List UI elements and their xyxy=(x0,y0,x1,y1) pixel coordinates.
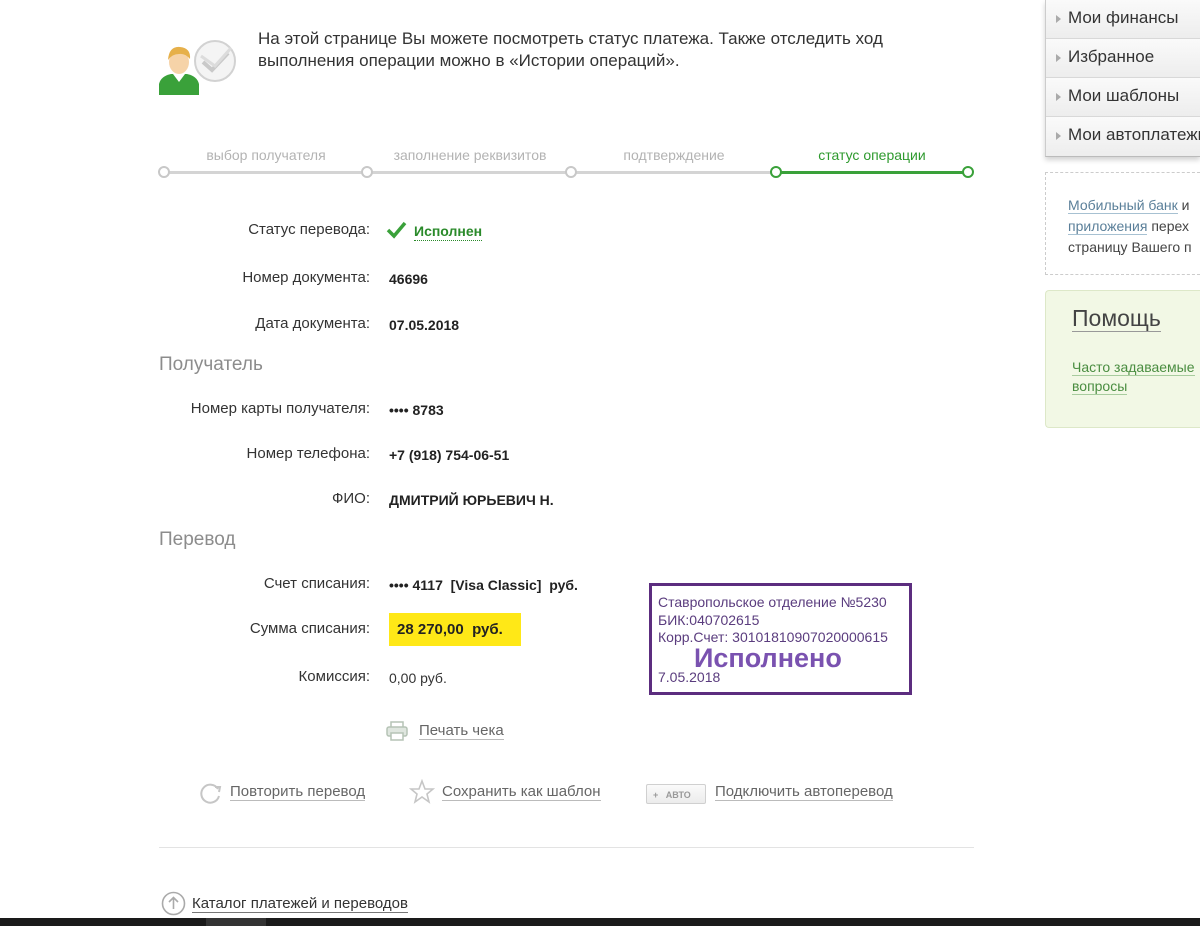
sidebar-item-finances[interactable]: Мои финансы xyxy=(1046,0,1200,39)
step-label-confirm: подтверждение xyxy=(623,147,725,163)
taskbar-segment xyxy=(206,918,266,926)
help-title[interactable]: Помощь xyxy=(1072,305,1161,332)
star-icon[interactable] xyxy=(408,778,436,805)
divider xyxy=(159,847,974,848)
steps-track-inactive xyxy=(164,171,776,174)
auto-badge-label: АВТО xyxy=(665,790,691,800)
auto-badge-icon[interactable]: + АВТО xyxy=(646,784,706,804)
faq-line1[interactable]: Часто задаваемые xyxy=(1072,359,1195,376)
user-bank-icon xyxy=(157,38,239,98)
debit-amount-value: 28 270,00 руб. xyxy=(389,613,521,646)
recipient-card-label: Номер карты получателя: xyxy=(190,400,370,417)
recipient-name-value: ДМИТРИЙ ЮРЬЕВИЧ Н. xyxy=(389,492,554,508)
catalog-label[interactable]: Каталог платежей и переводов xyxy=(192,895,408,913)
mobile-bank-link[interactable]: Мобильный банк xyxy=(1068,197,1178,214)
payment-status-page: На этой странице Вы можете посмотреть ст… xyxy=(0,0,1200,926)
stamp-bik: БИК:040702615 xyxy=(658,611,760,628)
sidebar-item-label: Мои финансы xyxy=(1068,8,1179,27)
fee-label: Комиссия: xyxy=(298,668,370,685)
transfer-status-value[interactable]: Исполнен xyxy=(414,222,483,241)
step-label-details: заполнение реквизитов xyxy=(393,147,547,163)
document-date-value: 07.05.2018 xyxy=(389,317,460,333)
print-receipt-link[interactable]: Печать чека xyxy=(419,722,504,740)
repeat-transfer-link[interactable]: Повторить перевод xyxy=(230,783,366,801)
steps-track-active xyxy=(776,171,968,174)
stamp-branch: Ставропольское отделение №5230 xyxy=(658,594,887,610)
catalog-link[interactable]: Каталог платежей и переводов xyxy=(192,895,408,913)
step-label-status: статус операции xyxy=(818,147,926,163)
sidebar-item-label: Мои автоплатежи xyxy=(1068,125,1200,144)
transfer-status-label: Статус перевода: xyxy=(248,221,370,238)
chevron-right-icon xyxy=(1056,132,1061,140)
save-template-link[interactable]: Сохранить как шаблон xyxy=(442,783,601,801)
sidebar-item-label: Мои шаблоны xyxy=(1068,86,1180,105)
help-box: Помощь Часто задаваемые вопросы xyxy=(1045,290,1200,428)
step-dot xyxy=(158,166,170,178)
faq-line2[interactable]: вопросы xyxy=(1072,378,1128,395)
checkmark-icon xyxy=(386,221,408,239)
step-dot-active xyxy=(770,166,782,178)
document-date-label: Дата документа: xyxy=(255,315,370,332)
fee-value: 0,00 руб. xyxy=(389,670,447,686)
chevron-right-icon xyxy=(1056,93,1061,101)
step-dot xyxy=(361,166,373,178)
auto-transfer-label[interactable]: Подключить автоперевод xyxy=(715,783,893,801)
document-number-value: 46696 xyxy=(389,271,428,287)
section-transfer: Перевод xyxy=(159,529,236,550)
step-dot xyxy=(565,166,577,178)
chevron-right-icon xyxy=(1056,15,1061,23)
document-number-label: Номер документа: xyxy=(242,269,370,286)
mobile-apps-link[interactable]: приложения xyxy=(1068,218,1148,235)
section-recipient: Получатель xyxy=(159,354,263,375)
chevron-right-icon xyxy=(1056,54,1061,62)
recipient-card-value: •••• 8783 xyxy=(389,402,444,418)
mobile-text: страницу Вашего п xyxy=(1068,239,1192,255)
debit-amount-label: Сумма списания: xyxy=(249,620,370,637)
debit-account-label: Счет списания: xyxy=(263,575,370,592)
sidebar-item-label: Избранное xyxy=(1068,47,1155,66)
step-label-recipient: выбор получателя xyxy=(206,147,326,163)
step-dot-active xyxy=(962,166,974,178)
bank-stamp: Ставропольское отделение №5230 БИК:04070… xyxy=(649,583,912,695)
stamp-status: Исполнено xyxy=(694,642,842,673)
sidebar-item-templates[interactable]: Мои шаблоны xyxy=(1046,78,1200,117)
debit-account-value: •••• 4117 [Visa Classic] руб. xyxy=(389,577,578,593)
arrow-up-circle-icon[interactable] xyxy=(161,891,186,916)
bottom-taskbar xyxy=(0,918,1200,926)
recipient-name-label: ФИО: xyxy=(331,490,370,507)
sidebar-item-autopayments[interactable]: Мои автоплатежи xyxy=(1046,117,1200,156)
recipient-phone-value: +7 (918) 754-06-51 xyxy=(389,447,510,463)
recipient-phone-label: Номер телефона: xyxy=(246,445,370,462)
save-template-label[interactable]: Сохранить как шаблон xyxy=(442,783,601,801)
mobile-text: перех xyxy=(1147,218,1189,234)
printer-icon[interactable] xyxy=(386,721,408,741)
intro-text: На этой странице Вы можете посмотреть ст… xyxy=(258,29,883,70)
auto-transfer-link[interactable]: Подключить автоперевод xyxy=(715,783,893,801)
mobile-bank-box: Мобильный банк и приложения перех страни… xyxy=(1045,172,1200,275)
sidebar-menu: Мои финансы Избранное Мои шаблоны Мои ав… xyxy=(1045,0,1200,157)
mobile-text: и xyxy=(1177,197,1190,213)
repeat-icon[interactable] xyxy=(199,781,223,805)
repeat-transfer-label[interactable]: Повторить перевод xyxy=(230,783,366,801)
sidebar-item-favorites[interactable]: Избранное xyxy=(1046,39,1200,78)
auto-badge-plus: + xyxy=(653,790,659,800)
print-receipt-label[interactable]: Печать чека xyxy=(419,722,504,740)
faq-link[interactable]: Часто задаваемые вопросы xyxy=(1072,358,1200,396)
